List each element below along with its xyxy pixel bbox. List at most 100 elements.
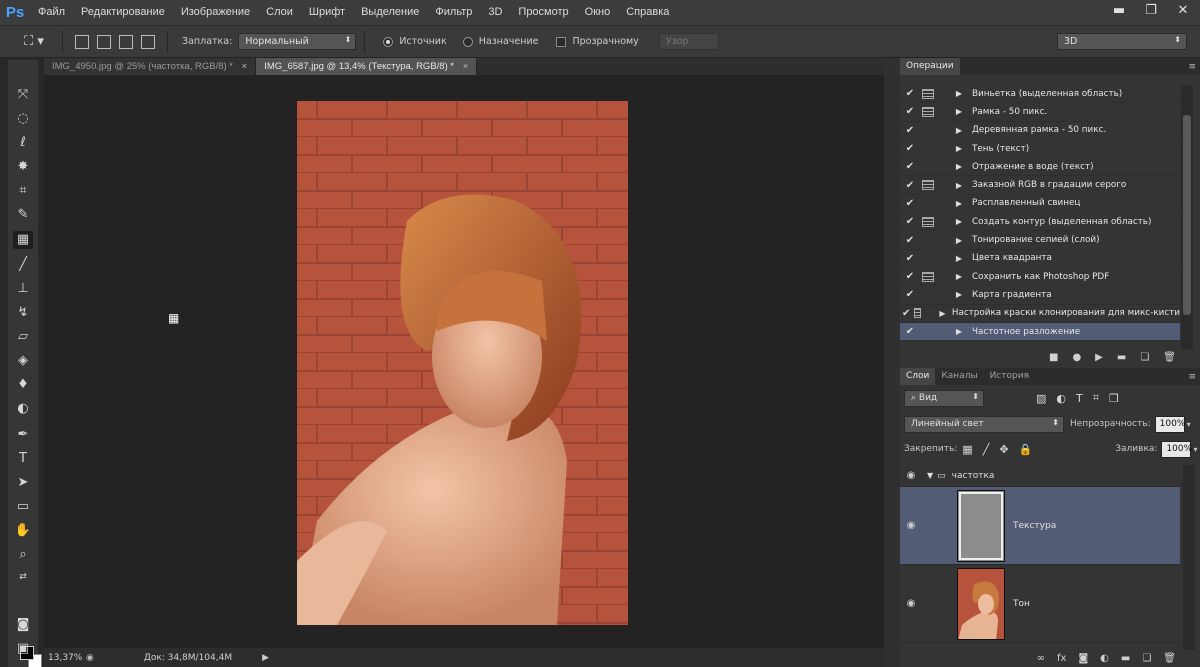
history-brush-tool-icon[interactable]: ↯ <box>13 304 33 322</box>
check-icon[interactable]: ✔ <box>902 88 918 99</box>
expand-triangle-icon[interactable]: ▶ <box>952 272 966 281</box>
fill-slider-icon[interactable]: ▾ <box>1193 445 1197 454</box>
action-row[interactable]: ✔ ▶ Карта градиента <box>900 286 1180 305</box>
lasso-tool-icon[interactable]: ℓ <box>13 134 33 152</box>
filter-type-icon[interactable]: T <box>1076 392 1083 405</box>
new-selection-icon[interactable] <box>75 34 89 49</box>
dialog-toggle-icon[interactable] <box>922 106 934 117</box>
status-menu-arrow-icon[interactable]: ▶ <box>262 653 269 663</box>
menu-window[interactable]: Окно <box>577 0 619 25</box>
dialog-toggle-icon[interactable] <box>922 216 934 227</box>
filter-pixel-icon[interactable]: ▨ <box>1036 392 1046 405</box>
action-row[interactable]: ✔ ▶ Частотное разложение <box>900 322 1180 342</box>
stop-icon[interactable]: ■ <box>1049 352 1058 363</box>
action-row[interactable]: ✔ ▶ Сохранить как Photoshop PDF <box>900 268 1180 287</box>
eye-icon[interactable]: ◉ <box>901 598 921 609</box>
menu-edit[interactable]: Редактирование <box>73 0 173 25</box>
record-icon[interactable]: ● <box>1072 352 1081 363</box>
trash-icon[interactable]: 🗑 <box>1163 653 1176 664</box>
minimize-button[interactable]: ▬ <box>1110 2 1128 20</box>
check-icon[interactable]: ✔ <box>902 198 918 209</box>
actions-scrollbar[interactable] <box>1181 85 1193 349</box>
use-pattern-button[interactable]: Узор <box>658 33 719 50</box>
opacity-slider-icon[interactable]: ▾ <box>1187 420 1191 429</box>
action-row[interactable]: ✔ ▶ Виньетка (выделенная область) <box>900 85 1180 104</box>
expand-triangle-icon[interactable]: ▶ <box>952 199 966 208</box>
fill-field[interactable]: 100% <box>1161 440 1192 458</box>
marquee-tool-icon[interactable]: ◌ <box>13 110 33 128</box>
dialog-toggle-icon[interactable] <box>922 271 934 282</box>
new-layer-icon[interactable]: ❏ <box>1142 653 1151 664</box>
menu-image[interactable]: Изображение <box>173 0 258 25</box>
close-button[interactable]: ✕ <box>1174 2 1192 20</box>
filter-adjustment-icon[interactable]: ◐ <box>1056 392 1066 405</box>
panel-menu-icon[interactable]: ≡ <box>1188 372 1196 382</box>
expand-triangle-icon[interactable]: ▶ <box>952 327 966 336</box>
status-info-icon[interactable]: ◉ <box>86 653 94 663</box>
menu-type[interactable]: Шрифт <box>301 0 353 25</box>
layer-row-texture[interactable]: ◉ Текстура <box>900 487 1180 565</box>
eye-icon[interactable]: ◉ <box>901 520 921 531</box>
tab-actions[interactable]: Операции <box>900 58 960 75</box>
opacity-field[interactable]: 100% <box>1154 415 1185 433</box>
path-selection-tool-icon[interactable]: ➤ <box>13 474 33 492</box>
check-icon[interactable]: ✔ <box>902 180 918 191</box>
adjustment-layer-icon[interactable]: ◐ <box>1100 653 1109 664</box>
expand-triangle-icon[interactable]: ▶ <box>952 181 966 190</box>
dialog-toggle-icon[interactable] <box>922 125 934 135</box>
check-icon[interactable]: ✔ <box>902 308 910 319</box>
new-group-icon[interactable]: ▬ <box>1121 653 1130 664</box>
action-row[interactable]: ✔ ▶ Настройка краски клонирования для микс… <box>900 305 1180 323</box>
dialog-toggle-icon[interactable] <box>922 290 934 300</box>
workspace-select[interactable]: 3D ⬍ <box>1057 33 1187 50</box>
document-canvas[interactable]: ▦ <box>44 75 884 648</box>
photo-image[interactable] <box>297 101 628 625</box>
layers-scrollbar[interactable] <box>1183 465 1195 655</box>
expand-triangle-icon[interactable]: ▶ <box>952 290 966 299</box>
new-set-icon[interactable]: ▬ <box>1117 352 1126 363</box>
collapse-icon[interactable]: ▼ <box>927 471 933 480</box>
tab-img-4950[interactable]: IMG_4950.jpg @ 25% (частотка, RGB/8) * × <box>44 58 257 75</box>
zoom-tool-icon[interactable]: ⌕ <box>13 546 33 564</box>
screen-mode-icon[interactable]: ▣ <box>13 640 33 658</box>
dialog-toggle-icon[interactable] <box>922 253 934 263</box>
subtract-selection-icon[interactable] <box>119 34 133 49</box>
fx-icon[interactable]: fx <box>1057 653 1066 664</box>
blur-tool-icon[interactable]: ♦ <box>13 376 33 394</box>
check-icon[interactable]: ✔ <box>902 143 918 154</box>
dialog-toggle-icon[interactable] <box>922 162 934 172</box>
lock-transparency-icon[interactable]: ▦ <box>962 443 972 456</box>
menu-layers[interactable]: Слои <box>258 0 301 25</box>
blend-mode-select[interactable]: Линейный свет ⬍ <box>904 415 1064 433</box>
menu-select[interactable]: Выделение <box>353 0 427 25</box>
menu-file[interactable]: Файл <box>30 0 73 25</box>
panel-menu-icon[interactable]: ≡ <box>1188 62 1196 72</box>
tab-channels[interactable]: Каналы <box>935 368 983 385</box>
trash-icon[interactable]: 🗑 <box>1163 352 1176 363</box>
expand-triangle-icon[interactable]: ▶ <box>952 107 966 116</box>
close-icon[interactable]: × <box>463 61 469 72</box>
play-icon[interactable]: ▶ <box>1095 352 1103 363</box>
layer-filter-select[interactable]: ⌕ Вид ⬍ <box>904 389 984 407</box>
pen-tool-icon[interactable]: ✒ <box>13 426 33 444</box>
expand-triangle-icon[interactable]: ▶ <box>952 254 966 263</box>
layer-row-tone[interactable]: ◉ Тон <box>900 565 1180 643</box>
new-action-icon[interactable]: ❏ <box>1140 352 1149 363</box>
patch-tool-preset-icon[interactable]: ⛶ ▾ <box>14 30 54 54</box>
action-row[interactable]: ✔ ▶ Создать контур (выделенная область) <box>900 213 1180 232</box>
check-icon[interactable]: ✔ <box>902 271 918 282</box>
lock-all-icon[interactable]: 🔒 <box>1019 443 1033 456</box>
tab-history[interactable]: История <box>984 368 1035 385</box>
dialog-toggle-icon[interactable] <box>922 198 934 208</box>
link-layers-icon[interactable]: ∞ <box>1037 653 1045 664</box>
expand-triangle-icon[interactable]: ▶ <box>952 217 966 226</box>
expand-triangle-icon[interactable]: ▶ <box>939 309 946 318</box>
expand-triangle-icon[interactable]: ▶ <box>952 236 966 245</box>
swap-colors-icon[interactable]: ⇄ <box>13 568 33 586</box>
check-icon[interactable]: ✔ <box>902 253 918 264</box>
dialog-toggle-icon[interactable] <box>922 327 934 337</box>
menu-view[interactable]: Просмотр <box>510 0 576 25</box>
brush-tool-icon[interactable]: ╱ <box>13 256 33 274</box>
check-icon[interactable]: ✔ <box>902 216 918 227</box>
expand-triangle-icon[interactable]: ▶ <box>952 162 966 171</box>
